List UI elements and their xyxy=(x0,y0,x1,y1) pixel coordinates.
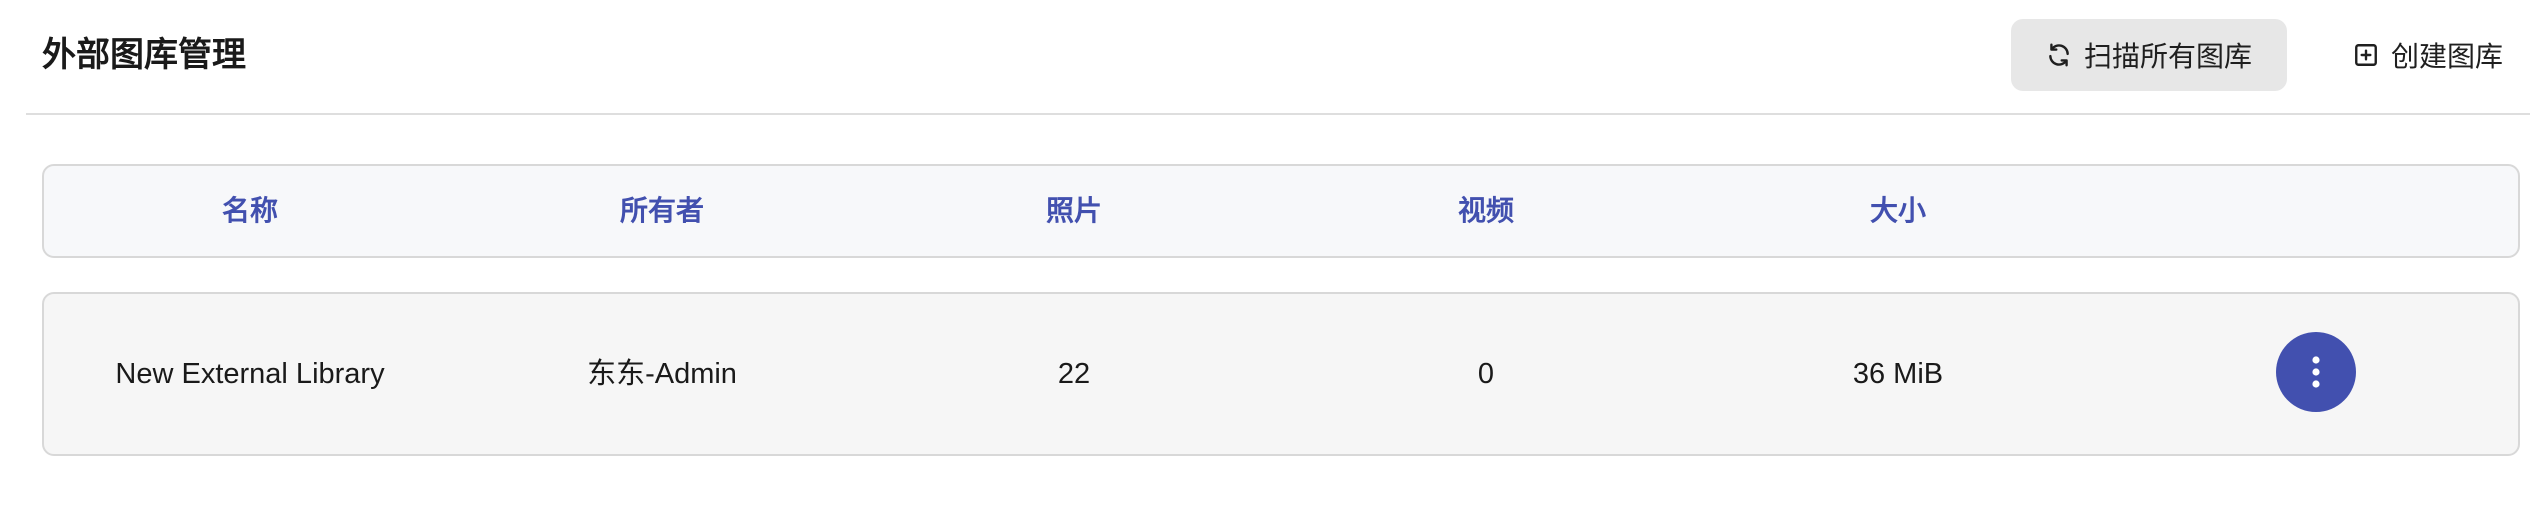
header-divider xyxy=(26,113,2530,115)
scan-all-libraries-label: 扫描所有图库 xyxy=(2083,41,2252,72)
table-row: New External Library 东东-Admin 22 0 36 Mi… xyxy=(42,292,2520,456)
library-management-page: 外部图库管理 扫描所有图库 创建图库 名称 所有者 照片 视频 大小 New E… xyxy=(0,0,2530,524)
page-title: 外部图库管理 xyxy=(42,36,246,74)
library-size-cell: 36 MiB xyxy=(1852,358,1944,390)
create-library-button[interactable]: 创建图库 xyxy=(2326,19,2530,91)
column-header-size: 大小 xyxy=(1869,195,1926,226)
page-header: 外部图库管理 扫描所有图库 创建图库 xyxy=(26,0,2530,114)
column-header-photos: 照片 xyxy=(1045,195,1102,226)
library-photos-cell: 22 xyxy=(1057,358,1091,390)
column-header-owner: 所有者 xyxy=(619,195,704,226)
library-name-cell: New External Library xyxy=(115,358,385,390)
library-menu-button[interactable] xyxy=(2276,332,2356,412)
create-library-label: 创建图库 xyxy=(2390,41,2503,72)
column-header-videos: 视频 xyxy=(1457,195,1514,226)
refresh-icon xyxy=(2046,42,2072,68)
plus-square-icon xyxy=(2353,42,2379,68)
scan-all-libraries-button[interactable]: 扫描所有图库 xyxy=(2011,19,2287,91)
more-vertical-icon xyxy=(2310,354,2322,390)
table-header: 名称 所有者 照片 视频 大小 xyxy=(42,164,2520,258)
column-header-name: 名称 xyxy=(221,195,278,226)
library-owner-cell: 东东-Admin xyxy=(587,358,737,390)
library-videos-cell: 0 xyxy=(1477,358,1495,390)
